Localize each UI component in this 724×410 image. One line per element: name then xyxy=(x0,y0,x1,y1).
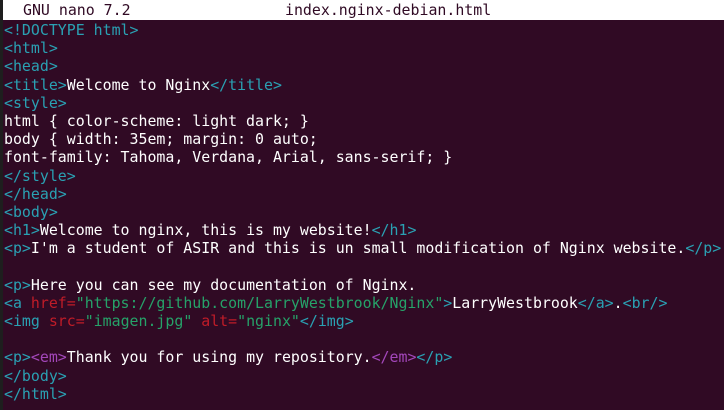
file-name-label: index.nginx-debian.html xyxy=(285,1,492,19)
code-token-tag: </html> xyxy=(4,384,67,403)
code-token-tag: </head> xyxy=(4,184,67,203)
code-line[interactable]: <head> xyxy=(4,57,724,75)
code-token-tag: <br/> xyxy=(622,293,668,312)
code-token-tag: <!DOCTYPE html> xyxy=(4,21,139,39)
code-token-attr: src= xyxy=(48,312,85,330)
code-token-str: "nginx" xyxy=(237,312,300,330)
code-line[interactable]: <h1>Welcome to nginx, this is my website… xyxy=(4,221,724,239)
code-token-em: </em> xyxy=(371,348,417,367)
code-token-text: html { color-scheme: light dark; } xyxy=(4,111,309,130)
code-token-tag: </p> xyxy=(416,348,453,367)
code-line[interactable]: <a href="https://github.com/LarryWestbro… xyxy=(4,294,724,312)
code-token-tag: > xyxy=(443,293,453,312)
code-token-tag: </body> xyxy=(4,366,67,385)
app-version-label: GNU nano 7.2 xyxy=(23,1,131,19)
code-line[interactable]: <!DOCTYPE html> xyxy=(4,21,724,39)
code-token-attr: alt= xyxy=(201,312,238,330)
code-line[interactable]: <html> xyxy=(4,39,724,57)
code-token-text: Welcome to Nginx xyxy=(66,75,211,94)
code-line[interactable] xyxy=(4,257,724,275)
text-editor-area[interactable]: <!DOCTYPE html> <html> <head> <title>Welcom… xyxy=(4,21,724,403)
code-token-text: Welcome to nginx, this is my website! xyxy=(39,221,372,240)
code-token-text: body { width: 35em; margin: 0 auto; xyxy=(4,130,318,149)
code-line[interactable]: html { color-scheme: light dark; } xyxy=(4,112,724,130)
code-token-str: "https://github.com/LarryWestbrook/Nginx… xyxy=(75,293,444,312)
code-token-text: I'm a student of ASIR and this is un sma… xyxy=(30,239,686,258)
nano-title-bar: GNU nano 7.2 index.nginx-debian.html xyxy=(3,0,724,20)
code-token-tag: <p> xyxy=(4,275,31,294)
code-token-tag: <p> xyxy=(4,348,31,367)
code-token-attr: href= xyxy=(30,293,76,312)
code-token-tag: </style> xyxy=(4,166,76,185)
code-line[interactable]: <p>I'm a student of ASIR and this is un … xyxy=(4,239,724,257)
code-token-tag: <title> xyxy=(4,75,67,94)
code-token-em: <em> xyxy=(30,348,67,367)
code-line[interactable]: <img src="imagen.jpg" alt="nginx"</img> xyxy=(4,312,724,330)
window-edge xyxy=(0,0,3,410)
code-token-text: font-family: Tahoma, Verdana, Arial, san… xyxy=(4,148,453,167)
code-line[interactable]: font-family: Tahoma, Verdana, Arial, san… xyxy=(4,148,724,166)
code-token-str: "imagen.jpg" xyxy=(84,312,202,330)
code-line[interactable]: <p>Here you can see my documentation of … xyxy=(4,276,724,294)
code-token-tag: <style> xyxy=(4,93,67,112)
code-token-tag: <p> xyxy=(4,239,31,258)
code-token-tag: </img> xyxy=(299,312,354,330)
code-line[interactable]: <body> xyxy=(4,203,724,221)
code-token-text: Here you can see my documentation of Ngi… xyxy=(30,275,417,294)
code-token-tag: </title> xyxy=(210,75,282,94)
code-line[interactable]: </head> xyxy=(4,185,724,203)
code-line[interactable]: </style> xyxy=(4,167,724,185)
code-token-tag: <h1> xyxy=(4,221,40,240)
code-token-text: Thank you for using my repository. xyxy=(66,348,372,367)
code-line[interactable]: <style> xyxy=(4,94,724,112)
code-line[interactable] xyxy=(4,330,724,348)
code-token-tag: <img xyxy=(4,312,49,330)
code-token-tag: </a> xyxy=(577,293,614,312)
code-token-tag: <a xyxy=(4,293,31,312)
code-line[interactable]: <p><em>Thank you for using my repository… xyxy=(4,348,724,366)
code-token-text: LarryWestbrook xyxy=(452,293,578,312)
code-token-tag: <head> xyxy=(4,57,58,76)
code-line[interactable]: body { width: 35em; margin: 0 auto; xyxy=(4,130,724,148)
code-line[interactable]: <title>Welcome to Nginx</title> xyxy=(4,76,724,94)
code-line[interactable]: </html> xyxy=(4,385,724,403)
code-token-tag: </h1> xyxy=(371,221,417,240)
code-line[interactable]: </body> xyxy=(4,367,724,385)
code-token-tag: <html> xyxy=(4,39,58,58)
code-token-tag: <body> xyxy=(4,202,58,221)
code-token-tag: </p> xyxy=(685,239,722,258)
code-token-text: . xyxy=(613,293,623,312)
